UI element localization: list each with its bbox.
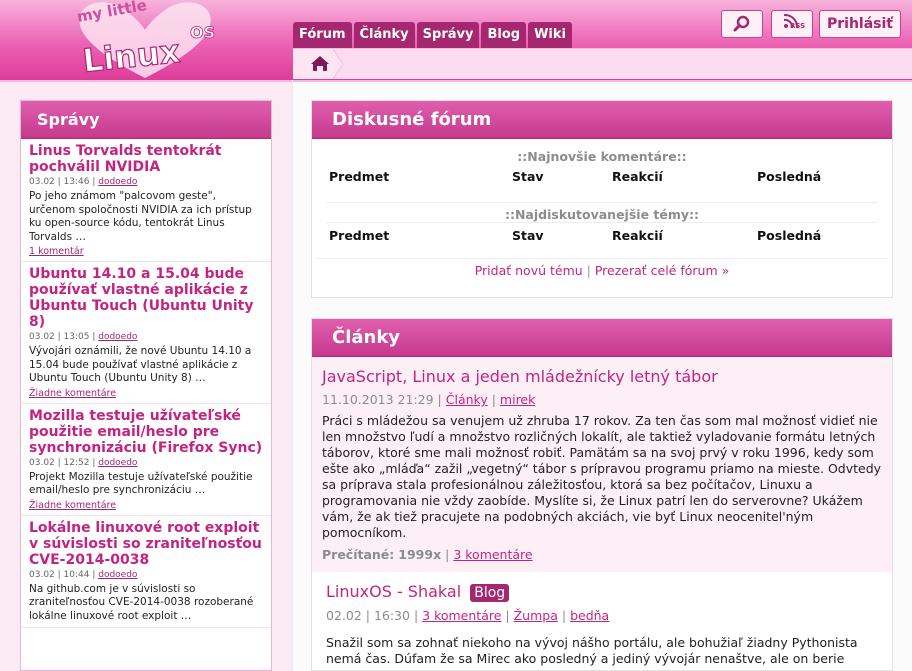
blog-badge: Blog [470, 584, 510, 602]
news-item-meta: 03.02 | 10:44 | dodoedo [29, 570, 263, 580]
column-divider [292, 80, 293, 671]
col-status: Stav [512, 169, 544, 184]
news-item-meta: 03.02 | 13:46 | dodoedo [29, 177, 263, 187]
news-item-title[interactable]: Mozilla testuje užívateľské použitie ema… [29, 408, 263, 456]
meta-separator: | [561, 608, 567, 623]
rss-label: RSS [790, 22, 806, 30]
meta-separator: | [505, 608, 510, 623]
article-meta: 02.02 | 16:30 | 3 komentáre | Žumpa | be… [326, 608, 882, 623]
add-topic-link[interactable]: Pridať novú tému [475, 263, 583, 278]
news-item-meta: 03.02 | 12:52 | dodoedo [29, 458, 263, 468]
col-replies: Reakcií [612, 228, 663, 243]
article-date: 11.10.2013 21:29 | [322, 392, 442, 407]
latest-comments-heading: ::Najnovšie komentáre:: [517, 149, 687, 164]
tab-spravy[interactable]: Správy [416, 22, 480, 48]
breadcrumb [293, 48, 912, 80]
read-label: Prečítané: [322, 547, 395, 562]
forum-title: Diskusné fórum [312, 101, 892, 139]
news-item-comments[interactable]: 1 komentár [29, 246, 263, 257]
news-item: Mozilla testuje užívateľské použitie ema… [21, 404, 271, 516]
col-subject: Predmet [329, 228, 390, 243]
article-date: 02.02 | 16:30 | [326, 608, 419, 623]
col-replies: Reakcií [612, 169, 663, 184]
login-button[interactable]: Prihlásiť [819, 10, 901, 38]
article-footer: Prečítané: 1999x | 3 komentáre [322, 547, 882, 562]
site-logo[interactable]: my little Linux OS [70, 0, 220, 81]
col-subject: Predmet [329, 169, 390, 184]
col-last: Posledná [757, 228, 822, 243]
home-icon [293, 48, 344, 80]
news-item-author[interactable]: dodoedo [98, 458, 137, 468]
browse-forum-link[interactable]: Prezerať celé fórum » [595, 263, 729, 278]
tab-blog[interactable]: Blog [481, 22, 527, 48]
news-item-date: 03.02 | 12:52 | [29, 457, 96, 468]
news-sidebar: Správy Linus Torvalds tentokrát pochváli… [20, 100, 272, 671]
news-item-author[interactable]: dodoedo [98, 332, 137, 342]
article-comments[interactable]: 3 komentáre [422, 608, 501, 623]
news-item-date: 03.02 | 13:05 | [29, 332, 96, 342]
col-last: Posledná [757, 169, 822, 184]
main-nav: Fórum Články Správy Blog Wiki [293, 22, 574, 48]
article-body: Snažil som sa zohnať niekoho na vývoj ná… [326, 635, 858, 666]
news-item-author[interactable]: dodoedo [98, 177, 137, 187]
col-status: Stav [512, 228, 544, 243]
hot-topics-columns: Predmet Stav Reakcií Posledná [326, 222, 878, 250]
news-item-author[interactable]: dodoedo [98, 570, 137, 580]
tab-wiki[interactable]: Wiki [528, 22, 572, 48]
news-item-date: 03.02 | 13:46 | [29, 177, 96, 187]
news-item-title[interactable]: Linus Torvalds tentokrát pochválil NVIDI… [29, 143, 263, 175]
news-item: Ubuntu 14.10 a 15.04 bude používať vlast… [21, 262, 271, 404]
news-item: Linus Torvalds tentokrát pochválil NVIDI… [21, 139, 271, 262]
news-item-title[interactable]: Lokálne linuxové root exploit v súvislos… [29, 520, 263, 568]
hot-topics-heading: ::Najdiskutovanejšie témy:: [326, 202, 878, 222]
article-item: LinuxOS - Shakal Blog 02.02 | 16:30 | 3 … [312, 572, 892, 670]
news-item-text: Projekt Mozilla testuje užívateľské použ… [29, 470, 253, 497]
magnifier-icon [733, 15, 750, 32]
article-title[interactable]: LinuxOS - Shakal [326, 582, 461, 601]
article-title[interactable]: JavaScript, Linux a jeden mládežnícky le… [322, 367, 882, 386]
article-author[interactable]: mirek [500, 392, 535, 407]
tab-forum[interactable]: Fórum [293, 22, 352, 48]
articles-title: Články [312, 319, 892, 357]
news-item-meta: 03.02 | 13:05 | dodoedo [29, 332, 263, 342]
news-title: Správy [21, 101, 271, 139]
tab-clanky[interactable]: Články [353, 22, 415, 48]
logo-suffix-text: OS [190, 23, 215, 42]
article-title-row: LinuxOS - Shakal Blog [326, 582, 882, 602]
article-meta: 11.10.2013 21:29 | Články | mirek [322, 392, 882, 407]
article-item: JavaScript, Linux a jeden mládežnícky le… [312, 357, 892, 572]
link-separator: | [586, 263, 591, 278]
news-item-text: Po jeho známom "palcovom geste", určenom… [29, 190, 252, 243]
news-item-comments[interactable]: Žiadne komentáre [29, 500, 263, 511]
rss-button[interactable]: RSS [771, 10, 813, 38]
article-category[interactable]: Články [446, 392, 488, 407]
meta-separator: | [445, 547, 450, 562]
news-item: Lokálne linuxové root exploit v súvislos… [21, 516, 271, 628]
news-item-text: Na github.com je v súvislosti so zranite… [29, 582, 254, 622]
article-body: Práci s mládežou sa venujem už zhruba 17… [322, 413, 882, 540]
news-item-date: 03.02 | 10:44 | [29, 569, 96, 580]
news-item-text: Vývojári oznámili, že nové Ubuntu 14.10 … [29, 345, 252, 384]
breadcrumb-home[interactable] [293, 48, 344, 80]
forum-divider [316, 258, 888, 259]
news-item-title[interactable]: Ubuntu 14.10 a 15.04 bude používať vlast… [29, 266, 263, 330]
forum-links: Pridať novú tému | Prezerať celé fórum » [312, 263, 892, 278]
heart-logo-icon: my little Linux OS [76, 0, 216, 81]
article-tag[interactable]: Žumpa [514, 608, 558, 623]
latest-comments-columns: Predmet Stav Reakcií Posledná [326, 164, 878, 192]
meta-separator: | [491, 392, 496, 407]
search-button[interactable] [721, 10, 763, 38]
articles-box: Články JavaScript, Linux a jeden mládežn… [311, 318, 893, 671]
forum-box: Diskusné fórum ::Najnovšie komentáre:: P… [311, 100, 893, 298]
read-count: 1999x [398, 547, 442, 562]
news-item-comments[interactable]: Žiadne komentáre [29, 388, 263, 399]
article-author[interactable]: bedňa [570, 608, 609, 623]
article-comments[interactable]: 3 komentáre [453, 547, 532, 562]
